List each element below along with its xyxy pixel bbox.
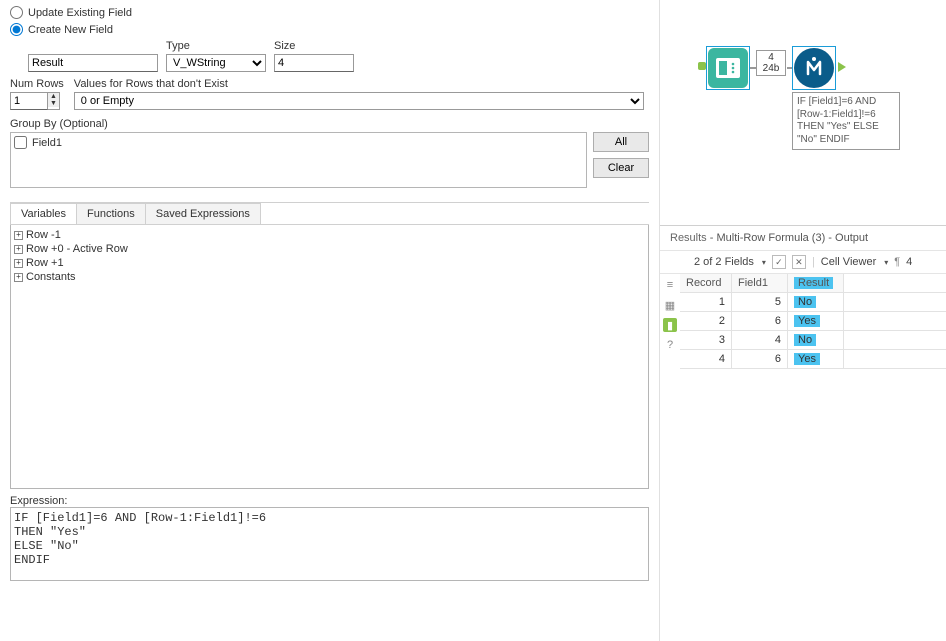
chevron-down-icon[interactable]: ▾ <box>762 258 766 267</box>
table-header-row: Record Field1 Result <box>680 274 946 293</box>
chevron-down-icon[interactable]: ▾ <box>884 258 888 267</box>
create-field-radio[interactable] <box>10 23 23 36</box>
data-view-icon[interactable]: ▮ <box>663 318 677 332</box>
col-result[interactable]: Result <box>788 274 844 292</box>
results-header: Results - Multi-Row Formula (3) - Output <box>660 225 946 250</box>
numrows-up-icon[interactable]: ▲ <box>48 93 59 100</box>
size-input[interactable] <box>274 54 354 72</box>
expand-icon[interactable]: + <box>14 245 23 254</box>
field-name-input[interactable] <box>28 54 158 72</box>
table-row[interactable]: 2 6 Yes <box>680 312 946 331</box>
fields-count-label: 2 of 2 Fields <box>694 256 754 268</box>
tab-functions[interactable]: Functions <box>76 203 146 224</box>
cell-viewer-label: Cell Viewer <box>821 256 876 268</box>
help-icon[interactable]: ? <box>663 338 677 352</box>
numrows-input[interactable] <box>10 92 48 110</box>
update-field-label: Update Existing Field <box>28 7 132 19</box>
connector-line <box>750 67 756 69</box>
input-anchor-icon[interactable] <box>698 62 706 70</box>
map-view-icon[interactable]: ▦ <box>663 298 677 312</box>
values-label: Values for Rows that don't Exist <box>74 78 649 90</box>
expression-editor[interactable]: IF [Field1]=6 AND [Row-1:Field1]!=6 THEN… <box>10 507 649 581</box>
all-button[interactable]: All <box>593 132 649 152</box>
groupby-item[interactable]: Field1 <box>14 136 583 149</box>
col-record[interactable]: Record <box>680 274 732 292</box>
table-row[interactable]: 3 4 No <box>680 331 946 350</box>
table-row[interactable]: 1 5 No <box>680 293 946 312</box>
list-view-icon[interactable]: ≡ <box>663 278 677 292</box>
workflow-canvas[interactable]: 4 24b IF [Field1]=6 AND [Row-1:Field1]!=… <box>660 0 946 225</box>
expand-icon[interactable]: + <box>14 231 23 240</box>
record-count: 4 <box>906 256 912 268</box>
tool-annotation: IF [Field1]=6 AND [Row-1:Field1]!=6 THEN… <box>792 92 900 150</box>
groupby-item-label: Field1 <box>32 137 62 149</box>
expand-icon[interactable]: + <box>14 273 23 282</box>
text-input-tool-icon[interactable] <box>708 48 748 88</box>
tree-item[interactable]: +Row +0 - Active Row <box>14 242 645 256</box>
expression-label: Expression: <box>10 495 649 507</box>
update-field-radio[interactable] <box>10 6 23 19</box>
type-label: Type <box>166 40 266 52</box>
numrows-label: Num Rows <box>10 78 64 90</box>
groupby-checkbox[interactable] <box>14 136 27 149</box>
numrows-down-icon[interactable]: ▼ <box>48 100 59 107</box>
groupby-list[interactable]: Field1 <box>10 132 587 188</box>
output-anchor-icon[interactable] <box>838 62 846 72</box>
tree-item[interactable]: +Constants <box>14 270 645 284</box>
tab-saved-expressions[interactable]: Saved Expressions <box>145 203 261 224</box>
tree-item[interactable]: +Row +1 <box>14 256 645 270</box>
connector-line <box>787 67 793 69</box>
groupby-label: Group By (Optional) <box>10 118 649 130</box>
tab-variables[interactable]: Variables <box>10 203 77 224</box>
clear-button[interactable]: Clear <box>593 158 649 178</box>
expand-icon[interactable]: + <box>14 259 23 268</box>
size-label: Size <box>274 40 354 52</box>
results-title: Results <box>670 232 707 244</box>
remove-icon[interactable]: ✕ <box>792 255 806 269</box>
check-icon[interactable]: ✓ <box>772 255 786 269</box>
create-field-label: Create New Field <box>28 24 113 36</box>
variables-tree[interactable]: +Row -1 +Row +0 - Active Row +Row +1 +Co… <box>10 225 649 489</box>
paragraph-icon[interactable]: ¶ <box>894 256 900 268</box>
type-select[interactable]: V_WString <box>166 54 266 72</box>
col-field1[interactable]: Field1 <box>732 274 788 292</box>
field-name-label <box>28 40 158 52</box>
multi-row-formula-tool-icon[interactable] <box>794 48 834 88</box>
values-select[interactable]: 0 or Empty <box>74 92 644 110</box>
results-toolbar: 2 of 2 Fields ▾ ✓ ✕ | Cell Viewer ▾ ¶ 4 <box>660 250 946 273</box>
table-row[interactable]: 4 6 Yes <box>680 350 946 369</box>
results-table: Record Field1 Result 1 5 No 2 6 Yes 3 4 … <box>680 274 946 369</box>
connector-label: 4 24b <box>756 50 786 76</box>
tree-item[interactable]: +Row -1 <box>14 228 645 242</box>
